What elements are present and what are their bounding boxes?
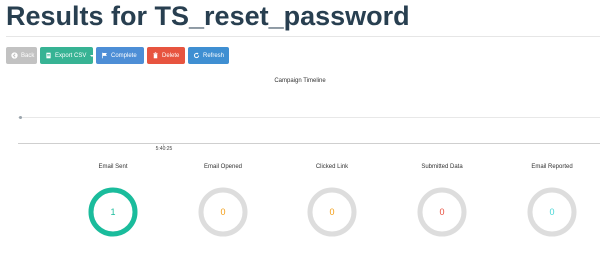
refresh-button-label: Refresh [203,52,225,59]
results-toolbar: Back Export CSV Complete Delete Refresh [6,47,229,64]
results-page: Results for TS_reset_password Back Expor… [0,0,600,259]
donut-chart: 0 [197,186,249,238]
stat-label: Clicked Link [315,164,349,170]
flag-icon [101,52,108,59]
stat-value: 0 [549,207,555,217]
delete-button[interactable]: Delete [147,47,185,64]
donut-chart: 0 [526,186,578,238]
stat-label: Email Reported [531,164,573,170]
complete-button-label: Complete [111,52,137,59]
timeline-title: Campaign Timeline [274,78,326,84]
stat-label: Submitted Data [421,164,463,170]
stat-value: 0 [220,207,226,217]
donut-chart: 1 [87,186,139,238]
back-arrow-icon [11,52,18,59]
timeline-gridline [18,117,600,118]
stat-value: 1 [110,207,116,217]
file-icon [45,52,52,59]
title-divider [6,36,600,37]
stat-email-reported: Email Reported 0 [512,162,592,238]
back-button-label: Back [21,52,35,59]
stat-value: 0 [439,207,445,217]
stat-clicked-link: Clicked Link 0 [292,162,372,238]
complete-button[interactable]: Complete [96,47,144,64]
stat-label: Email Sent [98,164,128,170]
page-title: Results for TS_reset_password [6,1,410,31]
timeline-tick-label: 5:40:25 [155,146,173,152]
donut-chart: 0 [416,186,468,238]
stat-submitted-data: Submitted Data 0 [402,162,482,238]
timeline-axis [18,143,600,144]
export-csv-button[interactable]: Export CSV [40,47,95,64]
delete-button-label: Delete [162,52,180,59]
timeline-event-point[interactable] [19,116,22,119]
caret-down-icon [90,54,95,57]
stat-email-sent: Email Sent 1 [73,162,153,238]
stat-email-opened: Email Opened 0 [183,162,263,238]
stat-value: 0 [329,207,335,217]
refresh-icon [193,52,200,59]
stat-label: Email Opened [203,164,243,170]
trash-icon [152,52,159,59]
export-csv-label: Export CSV [55,52,87,59]
back-button[interactable]: Back [6,47,37,64]
refresh-button[interactable]: Refresh [188,47,229,64]
donut-chart: 0 [306,186,358,238]
